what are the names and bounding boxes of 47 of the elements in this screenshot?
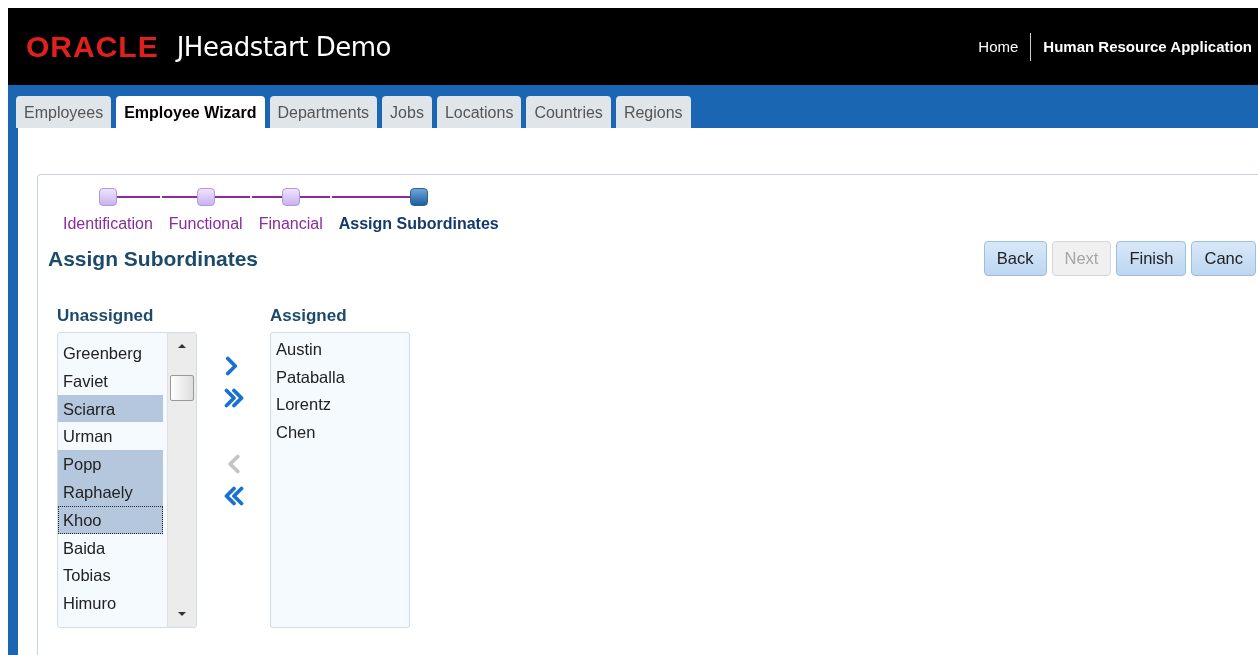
list-item[interactable]: Urman	[58, 422, 163, 451]
list-item[interactable]: Chen	[276, 419, 400, 447]
tab[interactable]: Regions	[615, 96, 691, 128]
step-marker[interactable]	[409, 188, 428, 206]
list-item[interactable]: Pataballa	[276, 364, 400, 392]
step-marker[interactable]	[196, 188, 215, 206]
unassigned-list[interactable]: Greenberg Faviet Sciarra Urman Popp Raphaely Khoo Baida Tobias Himuro	[57, 332, 197, 628]
oracle-logo: ORACLE	[26, 29, 159, 64]
list-item[interactable]: Tobias	[58, 561, 163, 590]
list-item[interactable]: Lorentz	[276, 392, 400, 420]
list-item[interactable]: Faviet	[58, 366, 163, 395]
scrollbar[interactable]	[167, 333, 196, 627]
scroll-up-icon[interactable]	[177, 343, 187, 349]
assigned-label: Assigned	[270, 306, 348, 326]
wizard-button[interactable]: Finish	[1116, 241, 1187, 276]
list-item[interactable]: Khoo	[58, 505, 163, 534]
tab[interactable]: Employee Wizard	[116, 96, 265, 128]
tab[interactable]: Departments	[269, 96, 378, 128]
step-marker[interactable]	[98, 188, 117, 206]
step-link[interactable]: Financial	[251, 209, 330, 233]
list-item[interactable]: Raphaely	[58, 478, 163, 506]
step-link[interactable]: Identification	[56, 209, 160, 233]
header-link[interactable]: Human Resource Application	[1043, 38, 1252, 55]
tab[interactable]: Jobs	[382, 96, 432, 128]
scroll-down-icon[interactable]	[177, 611, 187, 617]
unassigned-label: Unassigned	[57, 306, 155, 326]
list-item[interactable]: Austin	[276, 337, 400, 365]
app-title: JHeadstart Demo	[176, 31, 391, 62]
step-link[interactable]: Assign Subordinates	[331, 209, 506, 233]
wizard-button[interactable]: Back	[983, 241, 1047, 276]
tab[interactable]: Locations	[436, 96, 522, 128]
list-item[interactable]: Baida	[58, 533, 163, 562]
list-item[interactable]: Himuro	[58, 589, 163, 617]
list-item[interactable]: Greenberg	[58, 339, 163, 367]
step-link[interactable]: Functional	[161, 209, 250, 233]
tab[interactable]: Employees	[16, 96, 112, 128]
step-marker[interactable]	[281, 188, 300, 206]
list-item[interactable]: Popp	[58, 450, 163, 478]
assigned-list[interactable]: Austin Pataballa Lorentz Chen	[270, 332, 410, 628]
list-item[interactable]: Sciarra	[58, 394, 163, 423]
page-title: Assign Subordinates	[48, 246, 260, 271]
scroll-thumb[interactable]	[170, 375, 194, 401]
header-link[interactable]: Home	[978, 38, 1019, 55]
tab[interactable]: Countries	[526, 96, 611, 128]
double-chevron-right-icon[interactable]	[223, 388, 244, 408]
wizard-button[interactable]: Canc	[1191, 241, 1256, 276]
double-chevron-left-icon[interactable]	[223, 486, 244, 506]
